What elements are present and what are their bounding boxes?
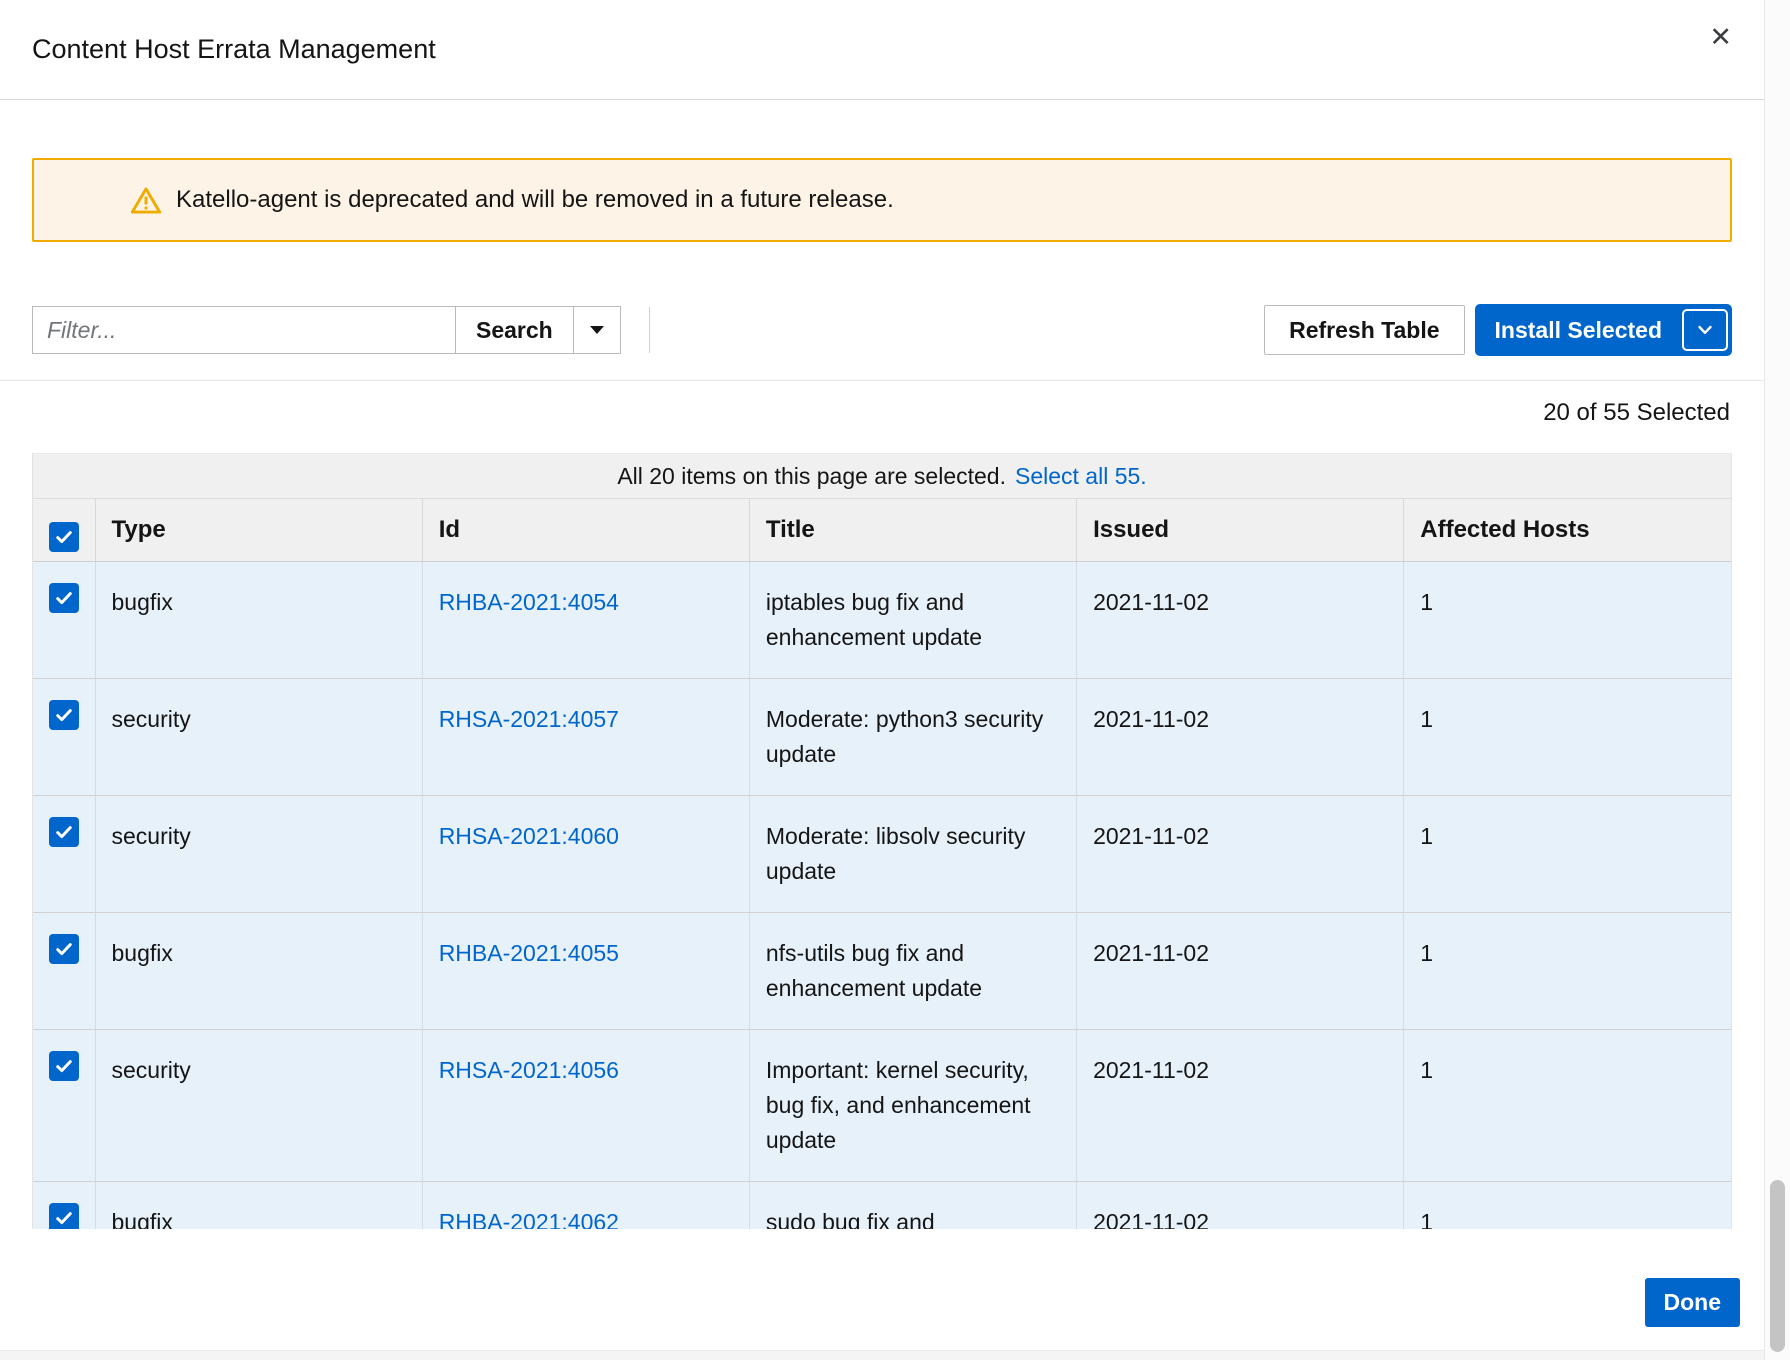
bulk-select-text: All 20 items on this page are selected. (617, 463, 1006, 490)
table-row: security RHSA-2021:4060 Moderate: libsol… (33, 796, 1731, 913)
toolbar-actions: Refresh Table Install Selected (1264, 304, 1732, 356)
cell-affected-hosts: 1 (1404, 913, 1731, 1030)
check-icon (54, 1208, 74, 1228)
column-header-id: Id (422, 499, 749, 562)
errata-table-container: All 20 items on this page are selected. … (32, 453, 1732, 1229)
cell-affected-hosts: 1 (1404, 796, 1731, 913)
bulk-select-banner: All 20 items on this page are selected. … (33, 454, 1731, 499)
check-icon (54, 939, 74, 959)
cell-issued: 2021-11-02 (1077, 679, 1404, 796)
erratum-id-link[interactable]: RHSA-2021:4057 (439, 706, 619, 732)
check-icon (54, 588, 74, 608)
page-title: Content Host Errata Management (32, 34, 436, 65)
column-header-title: Title (749, 499, 1076, 562)
column-header-affected-hosts: Affected Hosts (1404, 499, 1731, 562)
close-icon[interactable]: ✕ (1705, 20, 1736, 55)
table-row: bugfix RHBA-2021:4062 sudo bug fix and 2… (33, 1182, 1731, 1230)
selected-count: 20 of 55 Selected (34, 399, 1730, 427)
table-row: bugfix RHBA-2021:4054 iptables bug fix a… (33, 562, 1731, 679)
refresh-table-button[interactable]: Refresh Table (1264, 305, 1464, 355)
column-header-type: Type (95, 499, 422, 562)
check-icon (54, 822, 74, 842)
cell-title: Moderate: libsolv security update (749, 796, 1076, 913)
install-options-button[interactable] (1682, 309, 1728, 351)
row-checkbox[interactable] (49, 1051, 79, 1081)
table-row: security RHSA-2021:4057 Moderate: python… (33, 679, 1731, 796)
alert-text: Katello-agent is deprecated and will be … (176, 186, 894, 214)
erratum-id-link[interactable]: RHBA-2021:4054 (439, 589, 619, 615)
cell-affected-hosts: 1 (1404, 679, 1731, 796)
cell-type: bugfix (95, 1182, 422, 1230)
cell-type: security (95, 796, 422, 913)
search-options-button[interactable] (573, 306, 621, 354)
cell-issued: 2021-11-02 (1077, 913, 1404, 1030)
toolbar-divider (649, 307, 650, 353)
cell-affected-hosts: 1 (1404, 562, 1731, 679)
check-icon (54, 1056, 74, 1076)
row-checkbox[interactable] (49, 817, 79, 847)
cell-type: security (95, 1030, 422, 1182)
erratum-id-link[interactable]: RHSA-2021:4056 (439, 1057, 619, 1083)
done-button[interactable]: Done (1645, 1278, 1741, 1327)
deprecation-warning-alert: Katello-agent is deprecated and will be … (32, 158, 1732, 242)
horizontal-scrollbar[interactable] (0, 1350, 1764, 1360)
select-all-checkbox[interactable] (49, 522, 79, 552)
install-selected-button[interactable]: Install Selected (1477, 306, 1680, 354)
errata-table: Type Id Title Issued Affected Hosts bugf… (33, 499, 1731, 1229)
vertical-scrollbar[interactable] (1764, 0, 1790, 1360)
row-checkbox[interactable] (49, 1203, 79, 1229)
row-checkbox[interactable] (49, 700, 79, 730)
caret-down-icon (590, 326, 604, 334)
cell-issued: 2021-11-02 (1077, 1030, 1404, 1182)
modal-body: Katello-agent is deprecated and will be … (0, 158, 1764, 1229)
cell-title: nfs-utils bug fix and enhancement update (749, 913, 1076, 1030)
erratum-id-link[interactable]: RHBA-2021:4055 (439, 940, 619, 966)
cell-issued: 2021-11-02 (1077, 1182, 1404, 1230)
row-checkbox[interactable] (49, 934, 79, 964)
modal-header: Content Host Errata Management ✕ (0, 0, 1764, 100)
row-checkbox[interactable] (49, 583, 79, 613)
filter-input[interactable] (32, 306, 456, 354)
warning-icon (130, 186, 162, 215)
cell-title: Moderate: python3 security update (749, 679, 1076, 796)
vertical-scrollbar-thumb[interactable] (1770, 1180, 1785, 1352)
section-divider (0, 380, 1764, 381)
install-selected-split-button: Install Selected (1475, 304, 1732, 356)
check-icon (54, 705, 74, 725)
errata-management-modal: Content Host Errata Management ✕ Katello… (0, 0, 1764, 1360)
erratum-id-link[interactable]: RHBA-2021:4062 (439, 1209, 619, 1229)
cell-issued: 2021-11-02 (1077, 796, 1404, 913)
search-button[interactable]: Search (455, 306, 574, 354)
cell-type: security (95, 679, 422, 796)
cell-type: bugfix (95, 913, 422, 1030)
table-row: bugfix RHBA-2021:4055 nfs-utils bug fix … (33, 913, 1731, 1030)
cell-title: iptables bug fix and enhancement update (749, 562, 1076, 679)
cell-title: sudo bug fix and (749, 1182, 1076, 1230)
select-all-link[interactable]: Select all 55. (1015, 463, 1147, 490)
cell-issued: 2021-11-02 (1077, 562, 1404, 679)
cell-affected-hosts: 1 (1404, 1030, 1731, 1182)
cell-title: Important: kernel security, bug fix, and… (749, 1030, 1076, 1182)
cell-affected-hosts: 1 (1404, 1182, 1731, 1230)
toolbar: Search Refresh Table Install Selected (32, 304, 1732, 356)
cell-type: bugfix (95, 562, 422, 679)
table-header-row: Type Id Title Issued Affected Hosts (33, 499, 1731, 562)
chevron-down-icon (1695, 320, 1715, 340)
column-header-issued: Issued (1077, 499, 1404, 562)
table-row: security RHSA-2021:4056 Important: kerne… (33, 1030, 1731, 1182)
check-icon (54, 527, 74, 547)
erratum-id-link[interactable]: RHSA-2021:4060 (439, 823, 619, 849)
